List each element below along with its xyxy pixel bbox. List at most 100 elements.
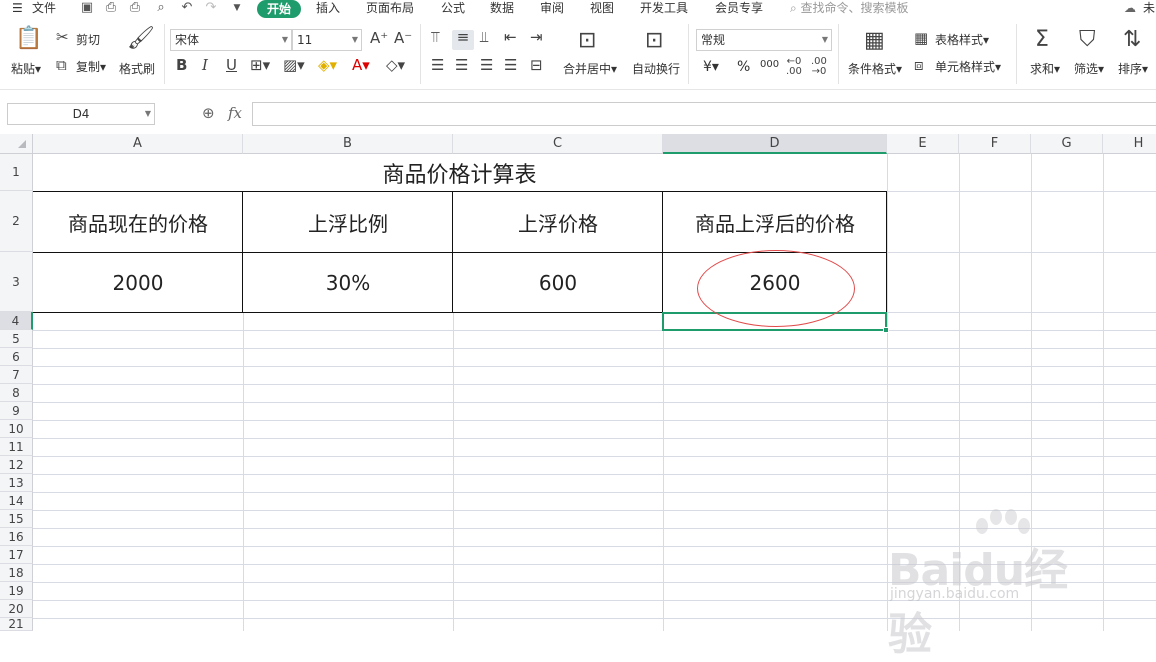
align-right-icon[interactable]: ☰ xyxy=(480,58,493,73)
underline-icon[interactable]: U xyxy=(226,58,237,73)
paste-button[interactable]: 粘贴▾ xyxy=(11,62,41,76)
tab-data[interactable]: 数据 xyxy=(490,0,514,16)
formula-input[interactable] xyxy=(252,102,1156,126)
tab-page-layout[interactable]: 页面布局 xyxy=(366,0,414,16)
row-header-10[interactable]: 10 xyxy=(0,420,33,438)
tab-home[interactable]: 开始 xyxy=(257,0,301,18)
spreadsheet-grid[interactable]: A B C D E F G H 1 2 3 4 5 6 7 8 9 10 11 … xyxy=(0,134,1156,660)
cell-style-button[interactable]: 单元格样式▾ xyxy=(935,60,1001,74)
tab-view[interactable]: 视图 xyxy=(590,0,614,16)
select-all-corner[interactable] xyxy=(0,134,33,154)
value-cell-current-price[interactable]: 2000 xyxy=(33,253,243,312)
align-middle-icon[interactable]: ≡ xyxy=(452,30,474,50)
increase-font-icon[interactable]: A⁺ xyxy=(370,31,388,46)
table-style-button[interactable]: 表格样式▾ xyxy=(935,33,989,47)
format-painter-button[interactable]: 格式刷 xyxy=(119,62,155,76)
row-header-11[interactable]: 11 xyxy=(0,438,33,456)
align-left-icon[interactable]: ☰ xyxy=(431,58,444,73)
align-center-icon[interactable]: ☰ xyxy=(455,58,468,73)
cut-button[interactable]: 剪切 xyxy=(76,33,100,47)
number-format-select[interactable]: 常规 ▼ xyxy=(696,29,832,51)
zoom-search-icon[interactable]: ⊕ xyxy=(202,104,215,122)
column-header-c[interactable]: C xyxy=(453,134,663,154)
row-header-7[interactable]: 7 xyxy=(0,366,33,384)
header-cell-increase-amount[interactable]: 上浮价格 xyxy=(453,192,663,252)
column-header-b[interactable]: B xyxy=(243,134,453,154)
redo-icon[interactable]: ↷ xyxy=(204,1,218,15)
distribute-icon[interactable]: ⊟ xyxy=(530,58,543,73)
value-cell-increase-ratio[interactable]: 30% xyxy=(243,253,453,312)
fx-icon[interactable]: fx xyxy=(228,104,242,122)
menu-file[interactable]: 文件 xyxy=(32,0,56,16)
name-box[interactable]: D4 ▼ xyxy=(7,103,155,125)
thousands-separator-button[interactable]: 000 xyxy=(760,58,779,72)
header-cell-new-price[interactable]: 商品上浮后的价格 xyxy=(663,192,887,252)
row-header-4[interactable]: 4 xyxy=(0,312,33,330)
command-search[interactable]: ⌕ 查找命令、搜索模板 xyxy=(790,0,909,16)
conditional-format-button[interactable]: 条件格式▾ xyxy=(848,62,902,76)
percent-button[interactable]: % xyxy=(737,60,750,74)
print-preview-icon[interactable]: ⌕ xyxy=(154,1,168,15)
align-top-icon[interactable]: ⫪ xyxy=(431,30,439,45)
decrease-decimal-icon[interactable]: .00 →0 xyxy=(811,57,827,77)
currency-button[interactable]: ¥▾ xyxy=(703,60,719,74)
tab-review[interactable]: 审阅 xyxy=(540,0,564,16)
sort-button[interactable]: 排序▾ xyxy=(1118,62,1148,76)
hamburger-icon[interactable]: ☰ xyxy=(12,0,23,16)
row-header-13[interactable]: 13 xyxy=(0,474,33,492)
quick-access-dropdown-icon[interactable]: ▼ xyxy=(230,1,244,15)
decrease-indent-icon[interactable]: ⇤ xyxy=(504,30,517,45)
tab-insert[interactable]: 插入 xyxy=(316,0,340,16)
column-header-h[interactable]: H xyxy=(1103,134,1156,154)
italic-icon[interactable]: I xyxy=(202,58,208,73)
row-header-20[interactable]: 20 xyxy=(0,600,33,618)
row-header-12[interactable]: 12 xyxy=(0,456,33,474)
row-header-6[interactable]: 6 xyxy=(0,348,33,366)
justify-icon[interactable]: ☰ xyxy=(504,58,517,73)
clear-icon[interactable]: ◇▾ xyxy=(386,58,405,73)
column-header-d[interactable]: D xyxy=(663,134,887,154)
header-cell-increase-ratio[interactable]: 上浮比例 xyxy=(243,192,453,252)
wrap-text-button[interactable]: 自动换行 xyxy=(632,62,680,76)
sum-button[interactable]: 求和▾ xyxy=(1030,62,1060,76)
value-cell-increase-amount[interactable]: 600 xyxy=(453,253,663,312)
font-color-icon[interactable]: A▾ xyxy=(352,58,370,73)
tab-developer[interactable]: 开发工具 xyxy=(640,0,688,16)
merge-center-button[interactable]: 合并居中▾ xyxy=(563,62,617,76)
row-header-5[interactable]: 5 xyxy=(0,330,33,348)
copy-button[interactable]: 复制▾ xyxy=(76,60,106,74)
tab-formulas[interactable]: 公式 xyxy=(441,0,465,16)
fill-color-icon[interactable]: ◈▾ xyxy=(318,58,337,73)
column-header-g[interactable]: G xyxy=(1031,134,1103,154)
header-cell-current-price[interactable]: 商品现在的价格 xyxy=(33,192,243,252)
cloud-icon[interactable]: ☁ xyxy=(1124,0,1136,16)
row-header-8[interactable]: 8 xyxy=(0,384,33,402)
decrease-font-icon[interactable]: A⁻ xyxy=(394,31,412,46)
align-bottom-icon[interactable]: ⫫ xyxy=(480,30,488,45)
borders-icon[interactable]: ⊞▾ xyxy=(250,58,270,73)
row-header-14[interactable]: 14 xyxy=(0,492,33,510)
row-header-16[interactable]: 16 xyxy=(0,528,33,546)
row-header-3[interactable]: 3 xyxy=(0,252,33,312)
row-header-1[interactable]: 1 xyxy=(0,154,33,191)
column-header-e[interactable]: E xyxy=(887,134,959,154)
increase-decimal-icon[interactable]: ←0.00 xyxy=(786,57,802,77)
row-header-19[interactable]: 19 xyxy=(0,582,33,600)
row-header-9[interactable]: 9 xyxy=(0,402,33,420)
column-header-f[interactable]: F xyxy=(959,134,1031,154)
column-header-a[interactable]: A xyxy=(33,134,243,154)
font-size-select[interactable]: 11 ▼ xyxy=(292,29,362,51)
cell-fill-pattern-icon[interactable]: ▨▾ xyxy=(283,58,305,73)
row-header-18[interactable]: 18 xyxy=(0,564,33,582)
font-name-select[interactable]: 宋体 ▼ xyxy=(170,29,292,51)
row-header-21[interactable]: 21 xyxy=(0,617,33,631)
fill-handle[interactable] xyxy=(883,327,889,333)
filter-button[interactable]: 筛选▾ xyxy=(1074,62,1104,76)
undo-icon[interactable]: ↶ xyxy=(180,1,194,15)
row-header-2[interactable]: 2 xyxy=(0,191,33,252)
sheet-title-cell[interactable]: 商品价格计算表 xyxy=(33,154,886,191)
paste-icon[interactable]: 📋 xyxy=(15,28,42,50)
tab-member[interactable]: 会员专享 xyxy=(715,0,763,16)
row-header-15[interactable]: 15 xyxy=(0,510,33,528)
increase-indent-icon[interactable]: ⇥ xyxy=(530,30,543,45)
